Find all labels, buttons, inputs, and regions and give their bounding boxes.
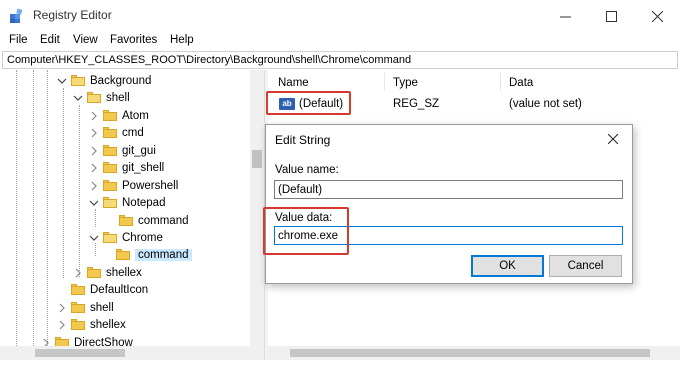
tree-item-label: shell: [106, 91, 130, 104]
chevron-down-icon[interactable]: [57, 76, 67, 86]
tree-item-label: command: [138, 214, 189, 227]
folder-icon: [119, 215, 133, 226]
folder-icon: [103, 110, 117, 121]
folder-open-icon: [71, 75, 85, 86]
folder-open-icon: [103, 197, 117, 208]
tree-item-cmd[interactable]: cmd: [89, 124, 144, 141]
folder-open-icon: [103, 232, 117, 243]
tree-item-defaulticon[interactable]: DefaultIcon: [71, 281, 148, 298]
tree-item-directory-shell[interactable]: shell: [57, 299, 114, 316]
edit-string-dialog: Edit String Value name: Value data: OK C…: [265, 124, 633, 284]
chevron-right-icon[interactable]: [89, 146, 99, 156]
tree-item-label: shell: [90, 301, 114, 314]
tree-horizontal-scrollbar[interactable]: [0, 346, 264, 360]
chevron-down-icon[interactable]: [89, 233, 99, 243]
chevron-down-icon[interactable]: [89, 198, 99, 208]
column-header-type[interactable]: Type: [393, 77, 418, 89]
tree-item-directory-shellex[interactable]: shellex: [57, 316, 126, 333]
registry-tree: Background shell Atom cmd git_gui git_sh…: [0, 70, 264, 360]
tree-item-powershell[interactable]: Powershell: [89, 177, 178, 194]
chevron-right-icon[interactable]: [73, 268, 83, 278]
tree-item-shellex[interactable]: shellex: [73, 264, 142, 281]
tree-item-label: command: [135, 248, 192, 261]
tree-item-atom[interactable]: Atom: [89, 107, 149, 124]
menu-favorites[interactable]: Favorites: [110, 34, 157, 46]
tree-item-label: DefaultIcon: [90, 283, 149, 296]
title-bar: Registry Editor: [0, 0, 680, 31]
folder-icon: [71, 302, 85, 313]
tree-vertical-scrollbar[interactable]: [250, 70, 264, 346]
tree-item-label: Atom: [122, 109, 149, 122]
chevron-right-icon[interactable]: [57, 320, 67, 330]
menu-view[interactable]: View: [73, 34, 98, 46]
address-path: Computer\HKEY_CLASSES_ROOT\Directory\Bac…: [7, 54, 412, 66]
tree-item-notepad-command[interactable]: command: [119, 212, 189, 229]
chevron-down-icon[interactable]: [73, 93, 83, 103]
tree-item-label: git_shell: [122, 161, 165, 174]
address-bar[interactable]: Computer\HKEY_CLASSES_ROOT\Directory\Bac…: [2, 51, 678, 69]
maximize-button[interactable]: [591, 4, 631, 28]
dialog-close-button[interactable]: [600, 129, 626, 149]
folder-icon: [87, 267, 101, 278]
tree-item-label: Chrome: [122, 231, 163, 244]
scrollbar-thumb[interactable]: [290, 349, 650, 357]
tree-item-shell[interactable]: shell: [73, 89, 130, 106]
value-data: (value not set): [509, 98, 582, 110]
minimize-button[interactable]: [545, 4, 585, 28]
column-header-name[interactable]: Name: [278, 77, 309, 89]
scrollbar-thumb[interactable]: [252, 150, 262, 168]
cancel-button[interactable]: Cancel: [549, 255, 622, 277]
menu-edit[interactable]: Edit: [40, 34, 60, 46]
folder-icon: [71, 319, 85, 330]
tree-item-chrome[interactable]: Chrome: [89, 229, 163, 246]
tree-item-notepad[interactable]: Notepad: [89, 194, 165, 211]
tree-item-label: Background: [90, 74, 152, 87]
chevron-right-icon[interactable]: [89, 181, 99, 191]
tree-item-label: Notepad: [122, 196, 166, 209]
tree-item-label: shellex: [90, 318, 126, 331]
folder-icon: [103, 180, 117, 191]
folder-icon: [103, 145, 117, 156]
close-icon: [608, 134, 618, 144]
close-button[interactable]: [637, 4, 677, 28]
menu-file[interactable]: File: [9, 34, 28, 46]
ok-button[interactable]: OK: [471, 255, 544, 277]
tree-item-background[interactable]: Background: [57, 72, 151, 89]
window-title: Registry Editor: [33, 8, 112, 22]
folder-icon: [71, 284, 85, 295]
tree-item-label: git_gui: [122, 144, 156, 157]
value-name-field[interactable]: [274, 180, 623, 199]
scrollbar-thumb[interactable]: [35, 349, 125, 357]
chevron-right-icon[interactable]: [57, 303, 67, 313]
menu-bar: File Edit View Favorites Help: [0, 31, 680, 51]
folder-icon: [103, 127, 117, 138]
tree-item-label: Powershell: [122, 179, 179, 192]
value-name-label: Value name:: [275, 164, 339, 176]
annotation-highlight-default: [266, 91, 351, 115]
folder-open-icon: [87, 92, 101, 103]
folder-icon: [103, 162, 117, 173]
tree-item-label: cmd: [122, 126, 144, 139]
chevron-right-icon[interactable]: [89, 163, 99, 173]
tree-item-chrome-command[interactable]: command: [116, 246, 192, 263]
dialog-title: Edit String: [275, 133, 331, 147]
chevron-right-icon[interactable]: [89, 128, 99, 138]
tree-item-git-shell[interactable]: git_shell: [89, 159, 164, 176]
menu-help[interactable]: Help: [170, 34, 194, 46]
column-header-data[interactable]: Data: [509, 77, 533, 89]
folder-icon: [116, 249, 130, 260]
tree-item-label: shellex: [106, 266, 142, 279]
registry-editor-icon: [9, 8, 25, 24]
annotation-highlight-value-data: [263, 207, 349, 255]
value-type: REG_SZ: [393, 98, 440, 110]
tree-item-git-gui[interactable]: git_gui: [89, 142, 156, 159]
chevron-right-icon[interactable]: [89, 111, 99, 121]
list-horizontal-scrollbar[interactable]: [268, 346, 680, 360]
